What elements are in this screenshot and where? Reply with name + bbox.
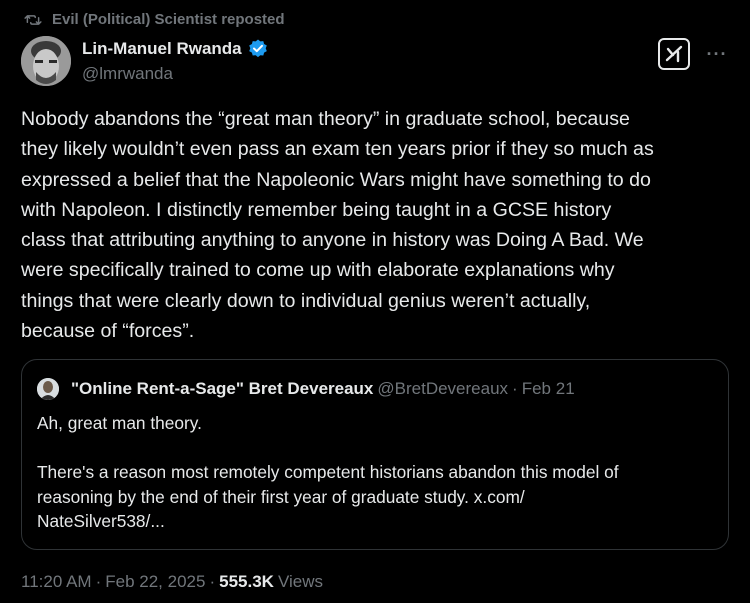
meta-separator: · [209,572,216,591]
author-display-name[interactable]: Lin-Manuel Rwanda [82,39,242,59]
tweet-text-line: Nobody abandons the “great man theory” i… [21,108,630,130]
quote-text: Ah, great man theory. There's a reason m… [37,411,717,534]
author-name-row: Lin-Manuel Rwanda [82,38,269,60]
quote-text-line: There's a reason most remotely competent… [37,462,619,482]
quote-separator: · [512,379,518,398]
tweet-text-line: were specifically trained to come up wit… [21,259,615,282]
meta-separator: · [95,572,102,591]
quote-avatar [37,378,59,400]
tweet-meta: 11:20 AM · Feb 22, 2025 · 555.3K Views [21,572,323,592]
tweet-text-line: expressed a belief that the Napoleonic W… [21,168,651,191]
tweet-text-line: because of “forces”. [21,320,195,343]
tweet-text: Nobody abandons the “great man theory” i… [21,104,736,346]
avatar-image [21,36,71,86]
quote-paragraph: Ah, great man theory. [37,413,202,433]
grok-button[interactable] [658,38,690,70]
author-handle[interactable]: @lmrwanda [82,64,269,84]
quote-date: Feb 21 [521,379,575,398]
avatar[interactable] [21,36,71,86]
quote-text-line: NateSilver538/... [37,511,165,531]
views-label: Views [277,572,323,591]
quoted-tweet[interactable]: "Online Rent-a-Sage" Bret Devereaux @Bre… [21,359,729,550]
quote-avatar-image [37,378,59,400]
more-options-button[interactable]: ··· [702,40,732,68]
views-count: 555.3K [219,572,274,591]
tweet-date[interactable]: Feb 22, 2025 [105,572,205,592]
grok-icon [665,45,683,63]
author-info: Lin-Manuel Rwanda @lmrwanda [82,38,269,84]
tweet-text-line: things that were clearly down to individ… [21,289,591,312]
quote-handle: @BretDevereaux [377,379,509,398]
quote-display-name: "Online Rent-a-Sage" Bret Devereaux [71,379,374,398]
more-icon: ··· [706,43,728,64]
repost-icon [24,15,42,25]
tweet-text-line: class that attributing anything to anyon… [21,229,644,252]
tweet[interactable]: Evil (Political) Scientist reposted Lin-… [0,0,750,603]
tweet-text-line: with Napoleon. I distinctly remember bei… [21,198,612,221]
verified-badge-icon[interactable] [247,38,269,60]
quote-text-line: reasoning by the end of their first year… [37,486,525,507]
tweet-time[interactable]: 11:20 AM [21,572,92,592]
tweet-text-line: they likely wouldn’t even pass an exam t… [21,138,654,161]
repost-label: Evil (Political) Scientist reposted [52,11,285,28]
quote-header: "Online Rent-a-Sage" Bret Devereaux @Bre… [37,378,575,400]
repost-context[interactable]: Evil (Political) Scientist reposted [24,11,285,28]
